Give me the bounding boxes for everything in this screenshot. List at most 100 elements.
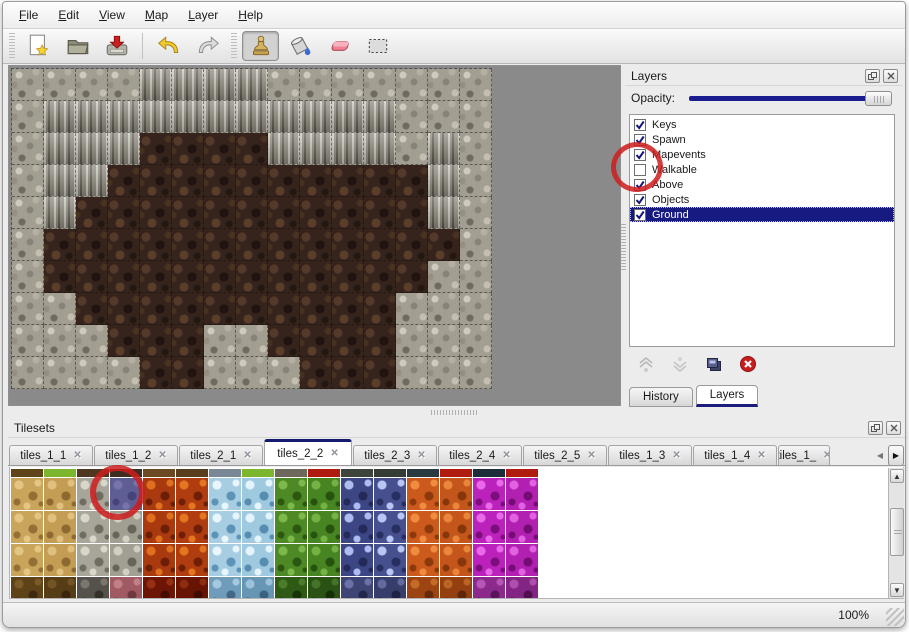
- close-tab-icon[interactable]: ✕: [158, 450, 166, 461]
- layer-visibility-checkbox[interactable]: [634, 149, 646, 161]
- map-tile-dirt-floor[interactable]: [332, 261, 364, 293]
- map-tile-dirt-floor[interactable]: [204, 165, 236, 197]
- palette-tile[interactable]: [143, 544, 175, 576]
- map-tile-dirt-floor[interactable]: [364, 165, 396, 197]
- palette-tile[interactable]: [242, 511, 274, 543]
- map-tile-rock-top[interactable]: [76, 325, 108, 357]
- dock-tab-history[interactable]: History: [629, 387, 693, 407]
- palette-tile-strip[interactable]: [176, 469, 208, 477]
- map-tile-dirt-floor[interactable]: [140, 229, 172, 261]
- close-tab-icon[interactable]: ✕: [330, 448, 338, 459]
- map-tile-rock-top[interactable]: [236, 357, 268, 389]
- palette-tile[interactable]: [242, 478, 274, 510]
- map-tile-dirt-floor[interactable]: [172, 293, 204, 325]
- map-tile-dirt-floor[interactable]: [108, 229, 140, 261]
- map-tile-rock-top[interactable]: [204, 357, 236, 389]
- map-tile-dirt-floor[interactable]: [76, 229, 108, 261]
- map-tile-rock-top[interactable]: [460, 133, 492, 165]
- close-tab-icon[interactable]: ✕: [502, 450, 510, 461]
- map-tile-cliff-wall[interactable]: [268, 133, 300, 165]
- map-tile-dirt-floor[interactable]: [364, 261, 396, 293]
- palette-tile[interactable]: [341, 478, 373, 510]
- map-tile-dirt-floor[interactable]: [76, 261, 108, 293]
- map-tile-rock-top[interactable]: [12, 261, 44, 293]
- map-tile-dirt-floor[interactable]: [172, 261, 204, 293]
- palette-tile[interactable]: [407, 544, 439, 576]
- palette-tile[interactable]: [176, 478, 208, 510]
- layer-row-mapevents[interactable]: Mapevents: [630, 147, 894, 162]
- map-tile-rock-top[interactable]: [460, 357, 492, 389]
- map-tile-dirt-floor[interactable]: [204, 229, 236, 261]
- fill-tool-button[interactable]: [281, 31, 318, 61]
- eraser-tool-button[interactable]: [320, 31, 357, 61]
- map-tile-rock-top[interactable]: [268, 357, 300, 389]
- map-tile-cliff-wall[interactable]: [428, 165, 460, 197]
- palette-tile-strip[interactable]: [143, 469, 175, 477]
- map-tile-dirt-floor[interactable]: [332, 197, 364, 229]
- map-tile-rock-top[interactable]: [396, 69, 428, 101]
- palette-tile[interactable]: [308, 544, 340, 576]
- rect-select-tool-button[interactable]: [359, 31, 396, 61]
- map-tile-dirt-floor[interactable]: [140, 357, 172, 389]
- palette-tile[interactable]: [275, 544, 307, 576]
- map-tile-rock-top[interactable]: [396, 357, 428, 389]
- map-tile-rock-top[interactable]: [12, 69, 44, 101]
- map-tile-dirt-floor[interactable]: [268, 229, 300, 261]
- map-tile-rock-top[interactable]: [428, 69, 460, 101]
- palette-tile[interactable]: [407, 577, 439, 598]
- map-tile-rock-top[interactable]: [12, 133, 44, 165]
- delete-layer-button[interactable]: [735, 354, 760, 374]
- palette-tile-strip[interactable]: [77, 469, 109, 477]
- map-tile-dirt-floor[interactable]: [140, 165, 172, 197]
- palette-tile[interactable]: [44, 544, 76, 576]
- map-tile-dirt-floor[interactable]: [76, 293, 108, 325]
- map-tile-dirt-floor[interactable]: [300, 357, 332, 389]
- map-tile-dirt-floor[interactable]: [44, 261, 76, 293]
- palette-tile[interactable]: [440, 511, 472, 543]
- map-tile-rock-top[interactable]: [428, 261, 460, 293]
- opacity-slider-handle[interactable]: [865, 91, 892, 106]
- map-tile-dirt-floor[interactable]: [364, 229, 396, 261]
- map-tile-dirt-floor[interactable]: [268, 165, 300, 197]
- map-tile-cliff-wall[interactable]: [332, 101, 364, 133]
- map-tile-rock-top[interactable]: [12, 197, 44, 229]
- map-tile-dirt-floor[interactable]: [204, 293, 236, 325]
- map-tile-dirt-floor[interactable]: [204, 133, 236, 165]
- map-tile-cliff-wall[interactable]: [44, 165, 76, 197]
- map-tile-dirt-floor[interactable]: [300, 293, 332, 325]
- close-tab-icon[interactable]: ✕: [243, 450, 251, 461]
- tileset-tab-tiles_1_3[interactable]: tiles_1_3✕: [608, 445, 692, 466]
- close-tab-icon[interactable]: ✕: [672, 450, 680, 461]
- layer-visibility-checkbox[interactable]: [634, 209, 646, 221]
- palette-tile[interactable]: [176, 544, 208, 576]
- palette-tile[interactable]: [341, 544, 373, 576]
- palette-tile[interactable]: [506, 511, 538, 543]
- map-tile-rock-top[interactable]: [428, 325, 460, 357]
- map-tile-dirt-floor[interactable]: [332, 325, 364, 357]
- map-tile-dirt-floor[interactable]: [108, 293, 140, 325]
- map-tile-rock-top[interactable]: [300, 69, 332, 101]
- palette-tile[interactable]: [440, 577, 472, 598]
- map-tile-rock-top[interactable]: [460, 69, 492, 101]
- palette-tile[interactable]: [473, 544, 505, 576]
- scroll-up-arrow[interactable]: ▲: [890, 469, 904, 483]
- map-tile-cliff-wall[interactable]: [108, 101, 140, 133]
- palette-tile[interactable]: [44, 478, 76, 510]
- map-tile-rock-top[interactable]: [460, 197, 492, 229]
- map-tile-dirt-floor[interactable]: [396, 197, 428, 229]
- toolbar-handle-2[interactable]: [231, 33, 237, 59]
- map-tile-dirt-floor[interactable]: [172, 229, 204, 261]
- palette-tile[interactable]: [44, 577, 76, 598]
- palette-tile-strip[interactable]: [110, 469, 142, 477]
- map-tile-dirt-floor[interactable]: [140, 133, 172, 165]
- palette-tile[interactable]: [77, 577, 109, 598]
- map-tile-dirt-floor[interactable]: [108, 261, 140, 293]
- map-tile-rock-top[interactable]: [12, 165, 44, 197]
- map-tile-cliff-wall[interactable]: [44, 133, 76, 165]
- map-tile-cliff-wall[interactable]: [76, 101, 108, 133]
- palette-tile[interactable]: [506, 577, 538, 598]
- map-tile-cliff-wall[interactable]: [172, 101, 204, 133]
- close-tab-icon[interactable]: ✕: [73, 450, 81, 461]
- palette-tile-strip[interactable]: [407, 469, 439, 477]
- undo-button[interactable]: [150, 31, 187, 61]
